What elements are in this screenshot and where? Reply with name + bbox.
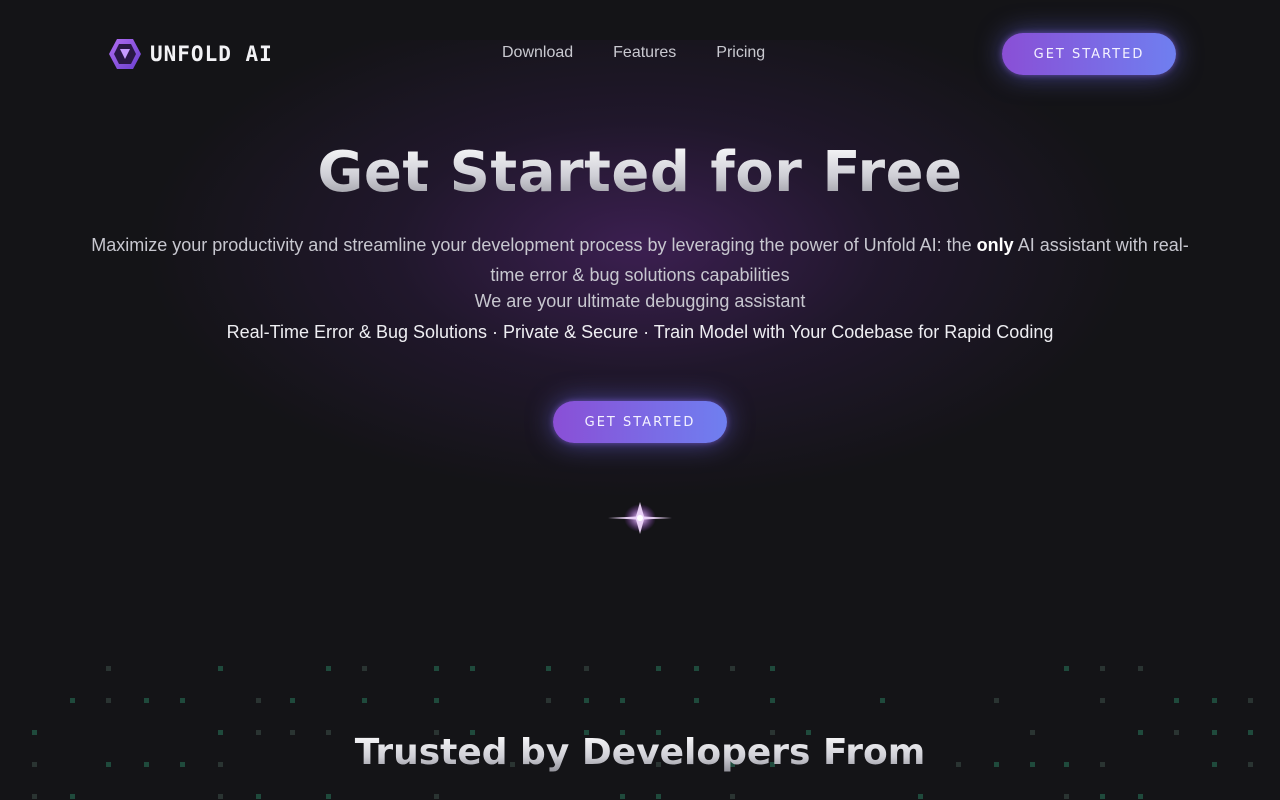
grid-dot <box>470 666 475 671</box>
grid-dot <box>730 666 735 671</box>
grid-dot <box>434 794 439 799</box>
hero-description-start: Maximize your productivity and streamlin… <box>91 235 977 255</box>
hero-subtitle: We are your ultimate debugging assistant <box>474 291 806 311</box>
site-header: UNFOLD AI Download Features Pricing GET … <box>0 0 1280 110</box>
hero-title: Get Started for Free <box>0 140 1280 205</box>
grid-dot <box>730 794 735 799</box>
grid-dot <box>362 698 367 703</box>
grid-dot <box>180 698 185 703</box>
hero-description: Maximize your productivity and streamlin… <box>80 230 1200 290</box>
grid-dot <box>1100 794 1105 799</box>
grid-dot <box>656 794 661 799</box>
nav-download-link[interactable]: Download <box>502 44 573 62</box>
grid-dot <box>218 794 223 799</box>
trusted-by-heading: Trusted by Developers From <box>0 732 1280 773</box>
sparkle-icon <box>608 502 672 534</box>
grid-dot <box>290 698 295 703</box>
grid-dot <box>918 794 923 799</box>
grid-dot <box>1064 666 1069 671</box>
grid-dot <box>106 698 111 703</box>
grid-dot <box>1212 698 1217 703</box>
brand-name: UNFOLD AI <box>150 42 273 66</box>
grid-dot <box>256 794 261 799</box>
grid-dot <box>70 698 75 703</box>
grid-dot <box>546 698 551 703</box>
hero-feature-list: Real-Time Error & Bug Solutions · Privat… <box>226 322 1054 342</box>
grid-dot <box>620 698 625 703</box>
header-get-started-button[interactable]: GET STARTED <box>1002 33 1176 75</box>
grid-dot <box>326 666 331 671</box>
grid-dot <box>32 794 37 799</box>
grid-dot <box>362 666 367 671</box>
nav-features-link[interactable]: Features <box>613 44 676 62</box>
hero-get-started-button[interactable]: GET STARTED <box>553 401 727 443</box>
grid-dot <box>770 666 775 671</box>
grid-dot <box>546 666 551 671</box>
decorative-dot-grid <box>32 666 1253 799</box>
grid-dot <box>70 794 75 799</box>
grid-dot <box>1138 666 1143 671</box>
grid-dot <box>620 794 625 799</box>
grid-dot <box>1064 794 1069 799</box>
grid-dot <box>656 666 661 671</box>
grid-dot <box>1100 666 1105 671</box>
grid-dot <box>1174 698 1179 703</box>
grid-dot <box>434 666 439 671</box>
grid-dot <box>994 698 999 703</box>
grid-dot <box>880 698 885 703</box>
grid-dot <box>584 698 589 703</box>
grid-dot <box>1248 698 1253 703</box>
grid-dot <box>584 666 589 671</box>
grid-dot <box>694 666 699 671</box>
landing-page: UNFOLD AI Download Features Pricing GET … <box>0 0 1280 800</box>
hexagon-logo-icon <box>109 39 141 69</box>
grid-dot <box>144 698 149 703</box>
grid-dot <box>1138 794 1143 799</box>
brand-logo-link[interactable]: UNFOLD AI <box>108 38 273 70</box>
hero-description-emphasis: only <box>976 235 1014 255</box>
grid-dot <box>218 666 223 671</box>
grid-dot <box>434 698 439 703</box>
grid-dot <box>1100 698 1105 703</box>
grid-dot <box>770 698 775 703</box>
nav-pricing-link[interactable]: Pricing <box>716 44 765 62</box>
main-nav: Download Features Pricing <box>502 44 765 62</box>
grid-dot <box>326 794 331 799</box>
grid-dot <box>106 666 111 671</box>
grid-dot <box>256 698 261 703</box>
grid-dot <box>694 698 699 703</box>
